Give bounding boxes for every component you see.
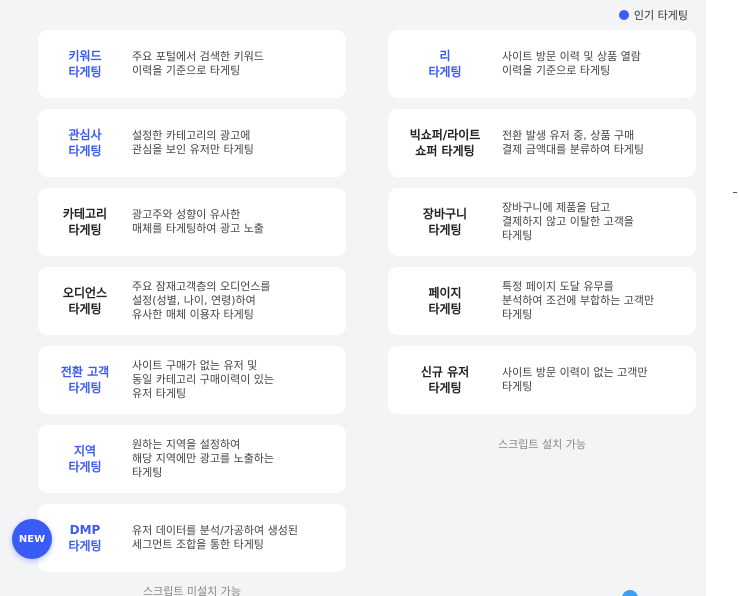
card-conversion-targeting[interactable]: 전환 고객 타게팅 사이트 구매가 없는 유저 및 동일 카테고리 구매이력이 … bbox=[38, 346, 346, 414]
card-title: 전환 고객 타게팅 bbox=[60, 365, 110, 395]
card-title: DMP 타게팅 bbox=[68, 523, 102, 553]
card-cart-targeting[interactable]: 장바구니 타게팅 장바구니에 제품을 담고 결제하지 않고 이탈한 고객을 타게… bbox=[388, 188, 696, 256]
side-divider bbox=[733, 192, 737, 193]
script-required-column: 리 타게팅 사이트 방문 이력 및 상품 열람 이력을 기준으로 타게팅 빅쇼퍼… bbox=[388, 30, 696, 452]
card-title: 관심사 타게팅 bbox=[68, 128, 102, 158]
right-footnote: 스크립트 설치 가능 bbox=[498, 438, 586, 451]
card-desc: 설정한 카테고리의 광고에 관심을 보인 유저만 타게팅 bbox=[132, 129, 254, 156]
legend-dot-icon bbox=[618, 10, 629, 20]
legend: 인기 타게팅 bbox=[618, 7, 688, 23]
card-dmp-targeting[interactable]: NEW DMP 타게팅 유저 데이터를 분석/가공하여 생성된 세그먼트 조합을… bbox=[12, 504, 346, 572]
card-desc: 장바구니에 제품을 담고 결제하지 않고 이탈한 고객을 타게팅 bbox=[502, 201, 634, 242]
card-desc: 주요 잠재고객층의 오디언스를 설정(성별, 나이, 연령)하여 유사한 매체 … bbox=[132, 280, 271, 321]
card-title: 빅쇼퍼/라이트 쇼퍼 타게팅 bbox=[409, 128, 481, 158]
card-interest-targeting[interactable]: 관심사 타게팅 설정한 카테고리의 광고에 관심을 보인 유저만 타게팅 bbox=[38, 109, 346, 177]
card-region-targeting[interactable]: 지역 타게팅 원하는 지역을 설정하여 해당 지역에만 광고를 노출하는 타게팅 bbox=[38, 425, 346, 493]
card-title: 지역 타게팅 bbox=[68, 444, 102, 474]
card-desc: 원하는 지역을 설정하여 해당 지역에만 광고를 노출하는 타게팅 bbox=[132, 438, 275, 479]
card-desc: 전환 발생 유저 중, 상품 구매 결제 금액대를 분류하여 타게팅 bbox=[502, 129, 645, 156]
card-title: 카테고리 타게팅 bbox=[62, 207, 108, 237]
targeting-panel: 인기 타게팅 키워드 타게팅 주요 포털에서 검색한 키워드 이력을 기준으로 … bbox=[0, 0, 706, 596]
card-desc: 사이트 구매가 없는 유저 및 동일 카테고리 구매이력이 있는 유저 타게팅 bbox=[132, 359, 275, 400]
card-desc: 특정 페이지 도달 유무를 분석하여 조건에 부합하는 고객만 타게팅 bbox=[502, 280, 655, 321]
card-desc: 주요 포털에서 검색한 키워드 이력을 기준으로 타게팅 bbox=[132, 50, 264, 77]
card-title: 페이지 타게팅 bbox=[428, 286, 462, 316]
card-title: 신규 유저 타게팅 bbox=[420, 365, 470, 395]
script-free-column: 키워드 타게팅 주요 포털에서 검색한 키워드 이력을 기준으로 타게팅 관심사… bbox=[12, 30, 346, 596]
card-title: 오디언스 타게팅 bbox=[62, 286, 108, 316]
card-page-targeting[interactable]: 페이지 타게팅 특정 페이지 도달 유무를 분석하여 조건에 부합하는 고객만 … bbox=[388, 267, 696, 335]
legend-label: 인기 타게팅 bbox=[633, 9, 688, 22]
card-keyword-targeting[interactable]: 키워드 타게팅 주요 포털에서 검색한 키워드 이력을 기준으로 타게팅 bbox=[38, 30, 346, 98]
card-title: 리 타게팅 bbox=[428, 49, 462, 79]
card-desc: 사이트 방문 이력 및 상품 열람 이력을 기준으로 타게팅 bbox=[502, 50, 641, 77]
left-footnote: 스크립트 미설치 가능 bbox=[142, 585, 242, 596]
card-title: 장바구니 타게팅 bbox=[422, 207, 468, 237]
card-audience-targeting[interactable]: 오디언스 타게팅 주요 잠재고객층의 오디언스를 설정(성별, 나이, 연령)하… bbox=[38, 267, 346, 335]
card-big-light-shopper-targeting[interactable]: 빅쇼퍼/라이트 쇼퍼 타게팅 전환 발생 유저 중, 상품 구매 결제 금액대를… bbox=[388, 109, 696, 177]
card-category-targeting[interactable]: 카테고리 타게팅 광고주와 성향이 유사한 매체를 타게팅하여 광고 노출 bbox=[38, 188, 346, 256]
card-title: 키워드 타게팅 bbox=[68, 49, 102, 79]
new-badge: NEW bbox=[12, 519, 52, 559]
card-desc: 유저 데이터를 분석/가공하여 생성된 세그먼트 조합을 통한 타게팅 bbox=[132, 524, 298, 551]
card-desc: 광고주와 성향이 유사한 매체를 타게팅하여 광고 노출 bbox=[132, 208, 264, 235]
card-new-user-targeting[interactable]: 신규 유저 타게팅 사이트 방문 이력이 없는 고객만 타게팅 bbox=[388, 346, 696, 414]
card-desc: 사이트 방문 이력이 없는 고객만 타게팅 bbox=[502, 366, 648, 393]
card-retargeting[interactable]: 리 타게팅 사이트 방문 이력 및 상품 열람 이력을 기준으로 타게팅 bbox=[388, 30, 696, 98]
